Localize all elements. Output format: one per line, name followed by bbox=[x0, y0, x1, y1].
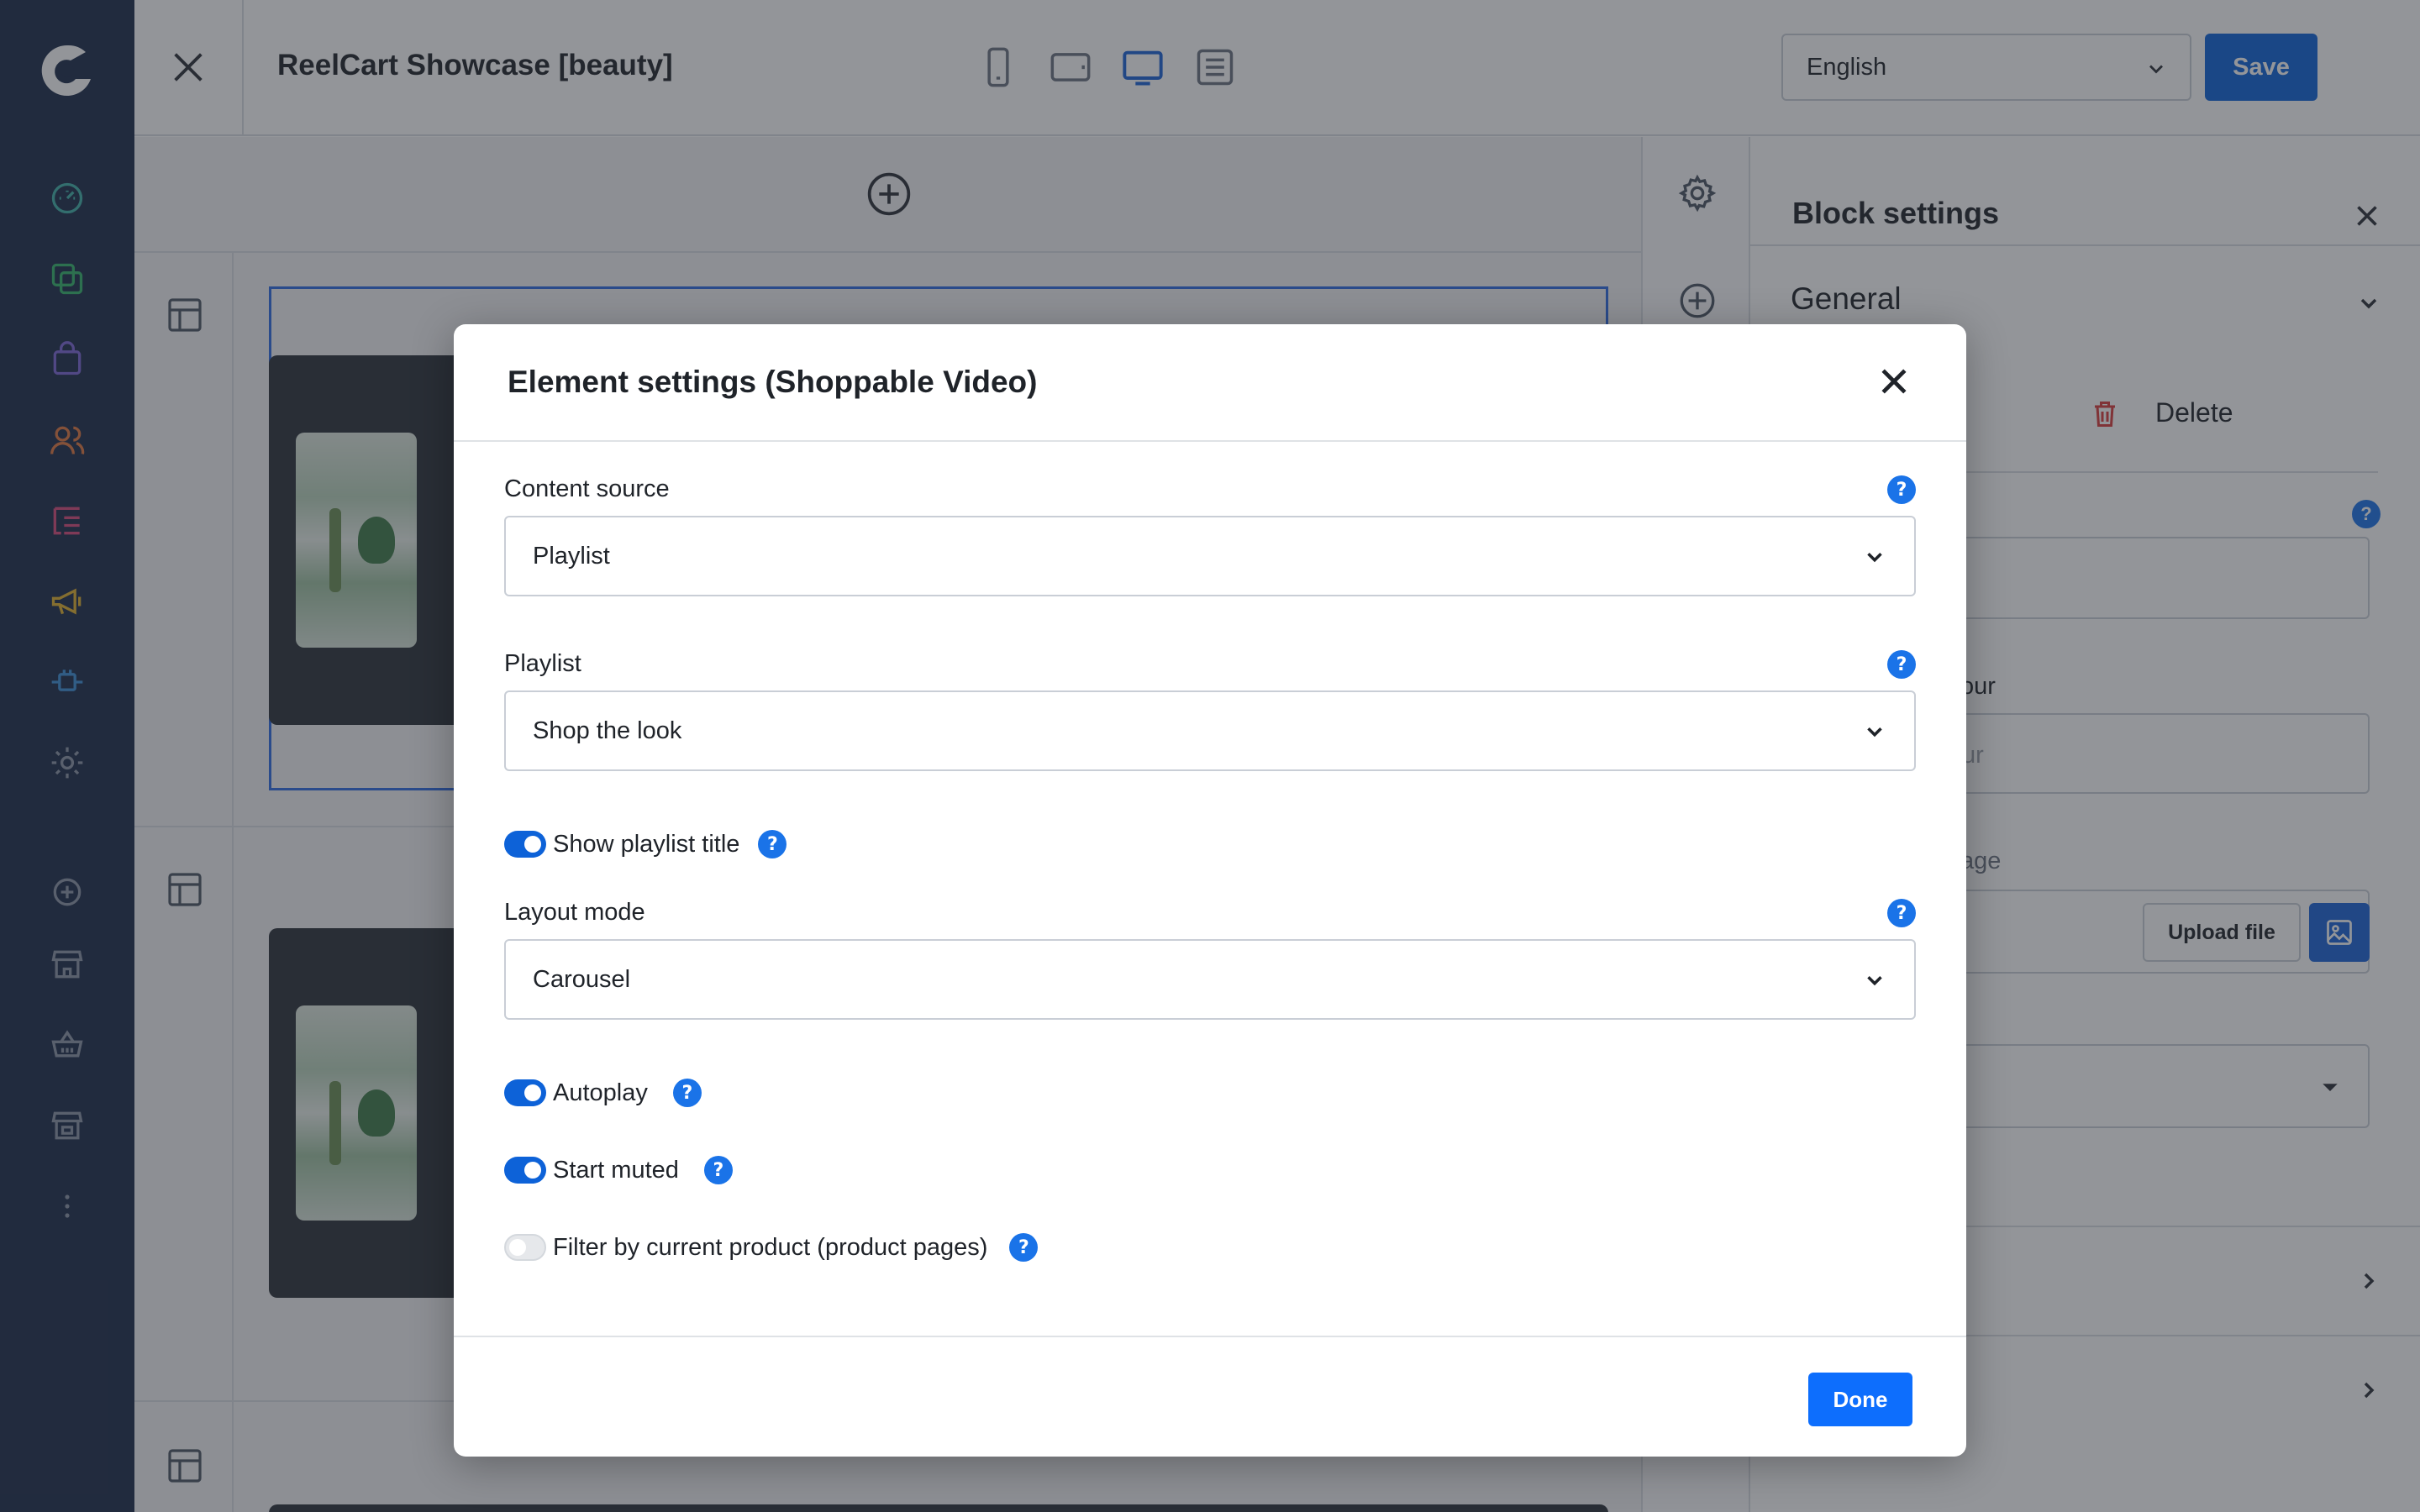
layout-mode-select[interactable]: Carousel bbox=[504, 939, 1916, 1020]
content-source-label: Content source bbox=[504, 475, 670, 502]
filter-by-product-label: Filter by current product (product pages… bbox=[553, 1233, 988, 1261]
modal-close-button[interactable] bbox=[1876, 363, 1912, 400]
playlist-label: Playlist bbox=[504, 650, 581, 677]
chevron-down-icon bbox=[1867, 727, 1882, 738]
start-muted-help-icon[interactable]: ? bbox=[703, 1156, 733, 1184]
chevron-down-icon bbox=[1867, 976, 1882, 986]
start-muted-toggle[interactable] bbox=[504, 1157, 546, 1184]
modal-header: Element settings (Shoppable Video) bbox=[454, 324, 1966, 442]
modal-footer: Done bbox=[454, 1336, 1966, 1457]
content-source-help-icon[interactable]: ? bbox=[1887, 475, 1916, 504]
show-playlist-title-help-icon[interactable]: ? bbox=[758, 830, 787, 858]
autoplay-row: Autoplay ? bbox=[504, 1079, 702, 1107]
show-playlist-title-label: Show playlist title bbox=[553, 830, 740, 858]
autoplay-toggle[interactable] bbox=[504, 1079, 546, 1106]
layout-mode-label: Layout mode bbox=[504, 899, 645, 926]
layout-mode-value: Carousel bbox=[533, 965, 631, 993]
filter-by-product-toggle[interactable] bbox=[504, 1234, 546, 1261]
start-muted-label: Start muted bbox=[553, 1156, 679, 1184]
close-icon bbox=[1881, 369, 1907, 394]
layout-mode-help-icon[interactable]: ? bbox=[1887, 899, 1916, 927]
playlist-help-icon[interactable]: ? bbox=[1887, 650, 1916, 679]
modal-title: Element settings (Shoppable Video) bbox=[508, 365, 1038, 399]
done-button[interactable]: Done bbox=[1808, 1373, 1912, 1426]
playlist-select[interactable]: Shop the look bbox=[504, 690, 1916, 771]
filter-by-product-help-icon[interactable]: ? bbox=[1009, 1233, 1039, 1262]
filter-by-product-row: Filter by current product (product pages… bbox=[504, 1233, 1039, 1262]
show-playlist-title-row: Show playlist title ? bbox=[504, 830, 787, 858]
autoplay-label: Autoplay bbox=[553, 1079, 648, 1106]
show-playlist-title-toggle[interactable] bbox=[504, 831, 546, 858]
playlist-value: Shop the look bbox=[533, 717, 682, 744]
element-settings-modal: Element settings (Shoppable Video) Conte… bbox=[454, 324, 1966, 1457]
start-muted-row: Start muted ? bbox=[504, 1156, 733, 1184]
content-source-select[interactable]: Playlist bbox=[504, 516, 1916, 596]
content-source-value: Playlist bbox=[533, 542, 610, 570]
chevron-down-icon bbox=[1867, 553, 1882, 563]
autoplay-help-icon[interactable]: ? bbox=[672, 1079, 702, 1107]
